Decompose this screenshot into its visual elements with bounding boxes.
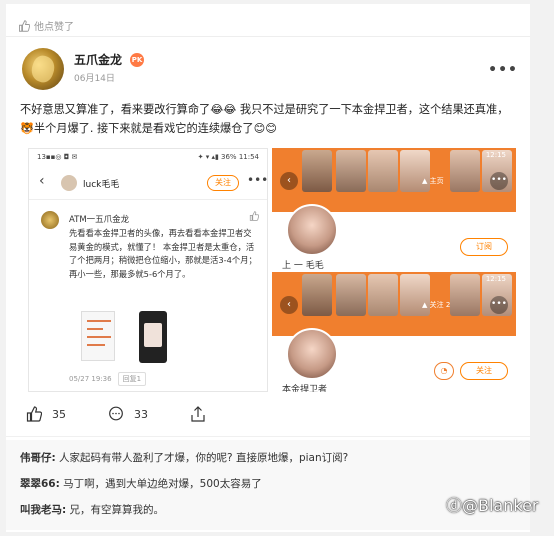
nav-avatar (61, 175, 77, 191)
post-image-left[interactable]: 13▪▪◎ ◘ ✉ ✦ ▾ ▴▮ 36% 11:54 ‹ luck毛毛 关注 •… (28, 148, 268, 392)
like-button[interactable]: 35 (26, 406, 66, 422)
reply-label: 回复1 (117, 372, 147, 386)
comment-count: 33 (134, 407, 148, 421)
comment-body: 人家起码有带人盈利了才爆，你的呢? 直接原地爆，pian订阅? (55, 452, 349, 464)
action-bar: 35 33 (26, 406, 248, 422)
comment-item[interactable]: 伟哥仔: 人家起码有带人盈利了才爆，你的呢? 直接原地爆，pian订阅? (20, 450, 348, 465)
comment-item[interactable]: 叫我老马: 兄，有空算算我的。 (20, 502, 164, 517)
more-icon: ••• (247, 173, 269, 187)
like-count: 35 (52, 407, 66, 421)
status-left: 13▪▪◎ ◘ ✉ (37, 153, 78, 161)
comment-user[interactable]: 叫我老马: (20, 504, 66, 516)
comment-date: 05/27 19:36 (69, 375, 112, 383)
liked-indicator: 他点赞了 (18, 18, 74, 33)
nav-row: ‹ luck毛毛 关注 ••• (29, 171, 269, 197)
more-icon: ••• (490, 172, 508, 190)
share-button[interactable] (190, 406, 206, 422)
avatar[interactable] (22, 48, 64, 90)
profile-capture-top: 12:15 ‹ ▲ 主页 ••• 订阅 上 一 毛毛 (272, 148, 516, 271)
comment-text: 先看看本金捍卫者的头像，再去看看本金捍卫者交易黄金的模式，就懂了！ 本金捍卫者是… (69, 228, 257, 279)
watermark: ⓓ@Blanker (446, 496, 539, 515)
liked-text: 他点赞了 (34, 22, 74, 33)
post-image-right[interactable]: 12:15 ‹ ▲ 主页 ••• 订阅 上 一 毛毛 12:15 ‹ ▲ 关注 … (272, 148, 516, 392)
follow-pill: 关注 (207, 175, 239, 191)
pk-badge-icon: PK (130, 53, 144, 67)
thumb-up-icon (19, 19, 30, 32)
profile-name-cut: 上 一 毛毛 (282, 261, 324, 271)
comment-item[interactable]: 翠翠66: 马丁啊，遇到大单边绝对爆，500太容易了 (20, 476, 262, 491)
back-icon: ‹ (39, 173, 45, 189)
status-time: 12:15 (485, 151, 506, 159)
comment-meta: 05/27 19:36 回复1 (69, 372, 147, 386)
more-icon: ••• (490, 296, 508, 314)
post-card: 他点赞了 五爪金龙 PK 06月14日 ••• 不好意思又算准了，看来要改行算命… (6, 4, 530, 532)
profile-avatar (286, 328, 338, 380)
thumb-up-icon (249, 211, 259, 221)
comment-image-thumb (81, 311, 115, 361)
profile-avatar (286, 204, 338, 256)
profile-tag: ▲ 主页 (422, 177, 444, 185)
comment-image-thumb (139, 311, 167, 363)
back-icon: ‹ (280, 296, 298, 314)
comment-avatar (41, 211, 59, 229)
profile-name-cut: 本金捍卫者 (282, 385, 328, 392)
thumb-up-icon (26, 406, 42, 422)
divider (6, 36, 530, 37)
status-time: 12:15 (485, 275, 506, 283)
chat-icon: ◔ (434, 362, 454, 380)
back-icon: ‹ (280, 172, 298, 190)
status-right: ✦ ▾ ▴▮ 36% 11:54 (197, 153, 259, 161)
comment-list: 伟哥仔: 人家起码有带人盈利了才爆，你的呢? 直接原地爆，pian订阅? 翠翠6… (6, 440, 530, 530)
post-text: 不好意思又算准了，看来要改行算命了😂😂 我只不过是研究了一下本金捍卫者，这个结果… (20, 103, 509, 135)
status-bar: 13▪▪◎ ◘ ✉ ✦ ▾ ▴▮ 36% 11:54 (29, 149, 267, 165)
comment-body: 兄，有空算算我的。 (66, 504, 165, 516)
profile-capture-bottom: 12:15 ‹ ▲ 关注 2 ••• ◔ 关注 本金捍卫者 (272, 272, 516, 392)
banner-faces (272, 272, 516, 336)
more-options-button[interactable]: ••• (488, 62, 518, 78)
divider (29, 199, 267, 200)
divider (6, 436, 530, 437)
nav-name: luck毛毛 (83, 180, 120, 190)
comment-button[interactable]: 33 (108, 406, 148, 422)
post-date: 06月14日 (74, 74, 115, 84)
profile-tag: ▲ 关注 2 (422, 301, 451, 309)
share-icon (191, 406, 205, 422)
username[interactable]: 五爪金龙 (74, 51, 122, 68)
follow-button: 关注 (460, 362, 508, 380)
comment-user[interactable]: 翠翠66: (20, 478, 60, 490)
comment-name: ATM一五爪金龙 (69, 215, 130, 225)
comment-body: 马丁啊，遇到大单边绝对爆，500太容易了 (59, 478, 262, 490)
banner-faces (272, 148, 516, 212)
comment-icon (109, 406, 123, 421)
subscribe-button: 订阅 (460, 238, 508, 256)
comment-user[interactable]: 伟哥仔: (20, 452, 56, 464)
